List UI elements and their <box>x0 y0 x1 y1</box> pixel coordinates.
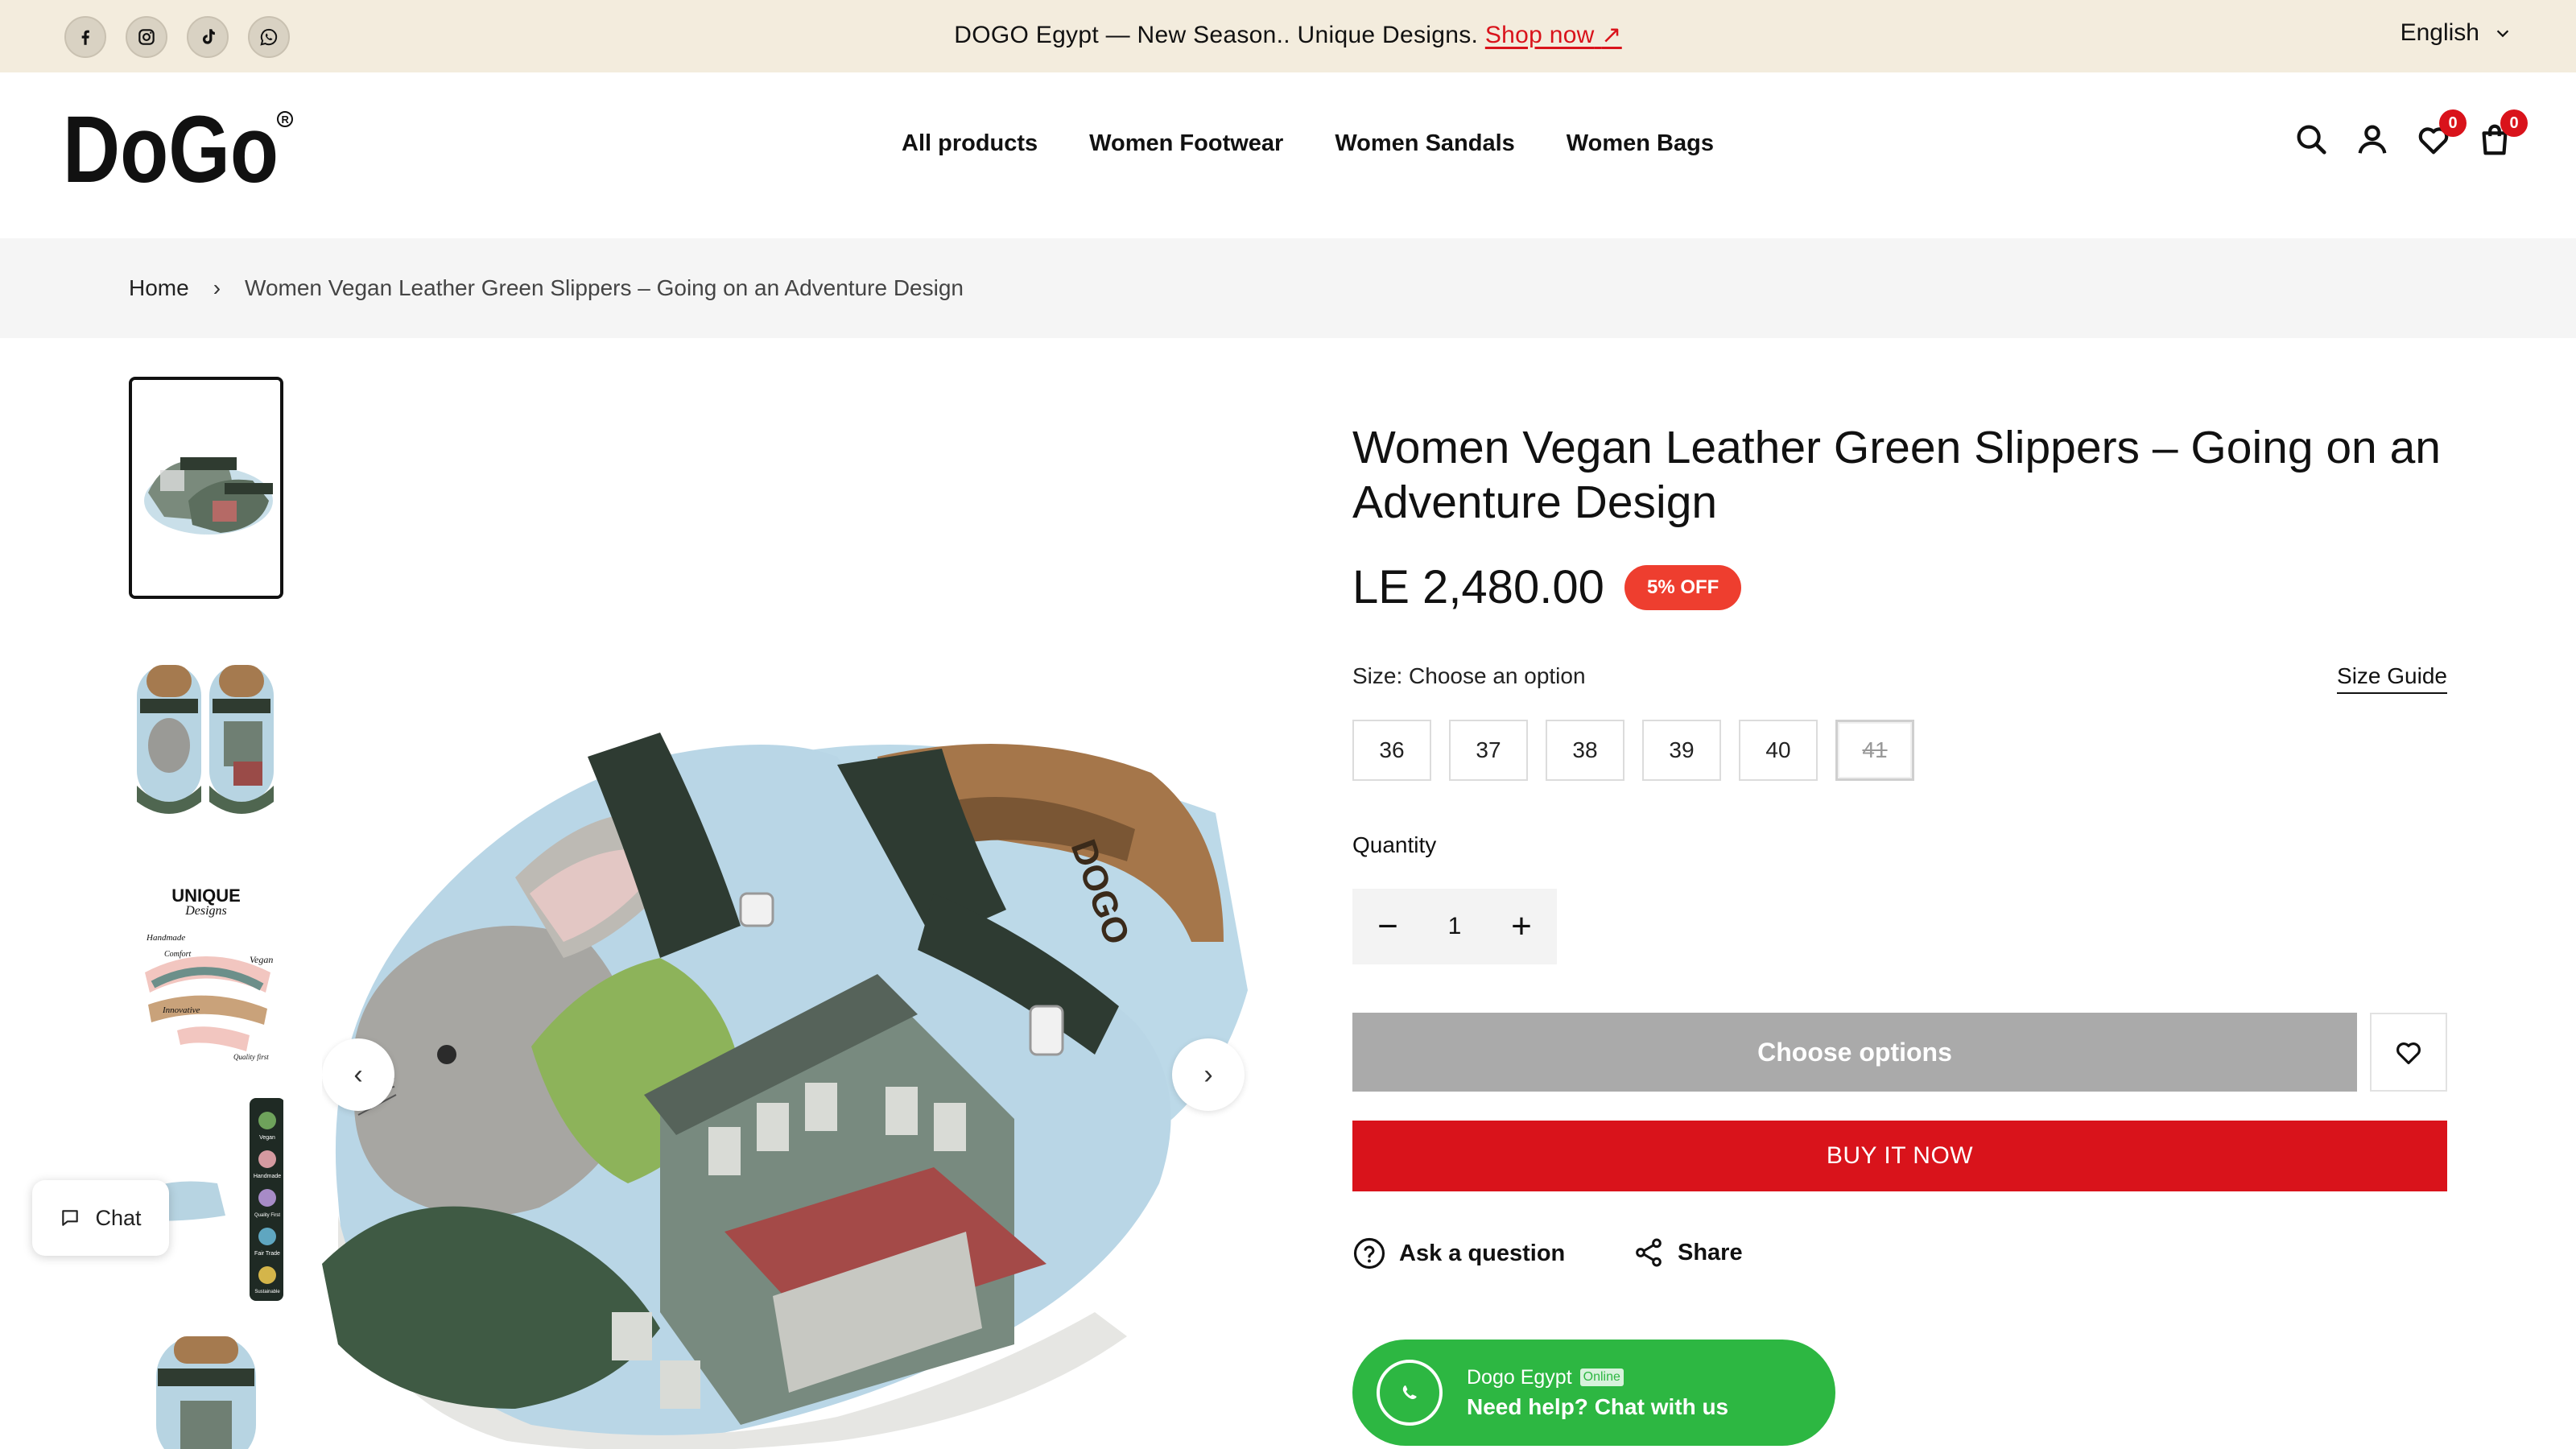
whatsapp-help-text: Need help? Chat with us <box>1467 1393 1729 1419</box>
decrease-quantity-button[interactable]: − <box>1372 906 1404 947</box>
breadcrumb-current: Women Vegan Leather Green Slippers – Goi… <box>245 275 964 300</box>
prev-image-button[interactable]: ‹ <box>322 1038 394 1111</box>
online-status-badge: Online <box>1579 1368 1624 1386</box>
thumbnail-3[interactable]: UNIQUE Designs Handmade Vegan Comfort In… <box>129 852 283 1074</box>
svg-text:Handmade: Handmade <box>254 1174 281 1179</box>
account-icon[interactable] <box>2354 121 2391 158</box>
size-options: 36 37 38 39 40 41 <box>1352 720 1914 781</box>
whatsapp-chat-widget[interactable]: Dogo Egypt Online Need help? Chat with u… <box>1352 1340 1835 1446</box>
header-icons: 0 0 <box>2293 109 2528 158</box>
chat-label: Chat <box>95 1205 142 1230</box>
site-header: DoGo R All products Women Footwear Women… <box>0 72 2576 238</box>
chat-bubble-icon <box>62 1210 79 1226</box>
whatsapp-name: Dogo Egypt <box>1467 1365 1572 1389</box>
shop-now-link[interactable]: Shop now ↗ <box>1485 22 1622 48</box>
whatsapp-icon <box>1377 1360 1443 1426</box>
size-option-38[interactable]: 38 <box>1546 720 1624 781</box>
ask-question-label: Ask a question <box>1399 1240 1566 1266</box>
heart-icon <box>2396 1042 2421 1065</box>
announcement-text: DOGO Egypt — New Season.. Unique Designs… <box>0 21 2576 49</box>
svg-text:Vegan: Vegan <box>250 954 273 965</box>
share-icon <box>1636 1238 1662 1267</box>
whatsapp-name-row: Dogo Egypt Online <box>1467 1366 1728 1389</box>
thumbnail-5[interactable] <box>129 1312 283 1449</box>
size-option-39[interactable]: 39 <box>1642 720 1721 781</box>
svg-text:Comfort: Comfort <box>164 950 192 959</box>
language-selector[interactable]: English <box>2401 19 2512 47</box>
size-option-41[interactable]: 41 <box>1835 720 1914 781</box>
svg-text:UNIQUE: UNIQUE <box>171 886 241 906</box>
product-price: LE 2,480.00 <box>1352 561 1604 613</box>
quantity-stepper: − 1 + <box>1352 889 1557 964</box>
size-option-37[interactable]: 37 <box>1449 720 1528 781</box>
size-option-36[interactable]: 36 <box>1352 720 1431 781</box>
svg-text:R: R <box>282 114 290 126</box>
choose-options-button[interactable]: Choose options <box>1352 1013 2357 1092</box>
shop-now-label: Shop now <box>1484 22 1595 48</box>
cart-count-badge: 0 <box>2500 109 2528 137</box>
quantity-value[interactable]: 1 <box>1448 913 1462 940</box>
share-label: Share <box>1678 1239 1743 1265</box>
size-guide-link[interactable]: Size Guide <box>2337 663 2447 694</box>
ask-question-link[interactable]: Ask a question <box>1352 1236 1565 1270</box>
svg-text:Quality First: Quality First <box>254 1213 280 1218</box>
nav-women-footwear[interactable]: Women Footwear <box>1089 130 1283 157</box>
svg-text:Vegan: Vegan <box>259 1135 275 1141</box>
question-circle-icon <box>1353 1237 1385 1269</box>
wishlist-count-badge: 0 <box>2439 109 2467 137</box>
wishlist-icon[interactable]: 0 <box>2415 109 2467 158</box>
nav-all-products[interactable]: All products <box>902 130 1038 157</box>
language-label: English <box>2400 19 2479 46</box>
chevron-down-icon <box>2496 30 2509 38</box>
share-link[interactable]: Share <box>1633 1236 1743 1269</box>
next-image-button[interactable]: › <box>1172 1038 1245 1111</box>
breadcrumb-separator: › <box>213 275 221 300</box>
thumbnail-1[interactable] <box>129 377 283 599</box>
main-nav: All products Women Footwear Women Sandal… <box>902 130 1714 157</box>
quantity-label: Quantity <box>1352 832 1437 857</box>
search-icon[interactable] <box>2293 121 2330 158</box>
whatsapp-text: Dogo Egypt Online Need help? Chat with u… <box>1467 1366 1728 1420</box>
svg-text:Quality first: Quality first <box>233 1053 269 1061</box>
svg-text:DoGo: DoGo <box>63 106 279 195</box>
nav-women-sandals[interactable]: Women Sandals <box>1335 130 1514 157</box>
buy-it-now-button[interactable]: BUY IT NOW <box>1352 1121 2447 1191</box>
main-product-image: DOGO ‹ › <box>322 378 1256 1449</box>
nav-women-bags[interactable]: Women Bags <box>1567 130 1714 157</box>
breadcrumb-home[interactable]: Home <box>129 275 189 301</box>
increase-quantity-button[interactable]: + <box>1505 906 1538 947</box>
svg-text:Sustainable: Sustainable <box>254 1290 280 1294</box>
add-to-wishlist-button[interactable] <box>2370 1013 2447 1092</box>
announcement-bar: DOGO Egypt — New Season.. Unique Designs… <box>0 0 2576 72</box>
svg-text:Designs: Designs <box>184 904 227 918</box>
external-arrow-icon: ↗ <box>1601 22 1622 48</box>
thumbnail-2[interactable] <box>129 625 283 847</box>
cart-icon[interactable]: 0 <box>2476 109 2528 158</box>
dogo-logo[interactable]: DoGo R <box>63 106 296 195</box>
svg-text:Fair Trade: Fair Trade <box>254 1251 280 1257</box>
discount-badge: 5% OFF <box>1624 565 1742 610</box>
size-option-40[interactable]: 40 <box>1739 720 1818 781</box>
announcement-message: DOGO Egypt — New Season.. Unique Designs… <box>954 22 1479 48</box>
svg-text:Handmade: Handmade <box>146 933 185 943</box>
breadcrumb: Home › Women Vegan Leather Green Slipper… <box>0 238 2576 338</box>
svg-text:Innovative: Innovative <box>162 1005 200 1015</box>
chat-widget-button[interactable]: Chat <box>32 1180 169 1256</box>
size-label: Size: Choose an option <box>1352 663 1586 688</box>
product-title: Women Vegan Leather Green Slippers – Goi… <box>1352 422 2441 528</box>
